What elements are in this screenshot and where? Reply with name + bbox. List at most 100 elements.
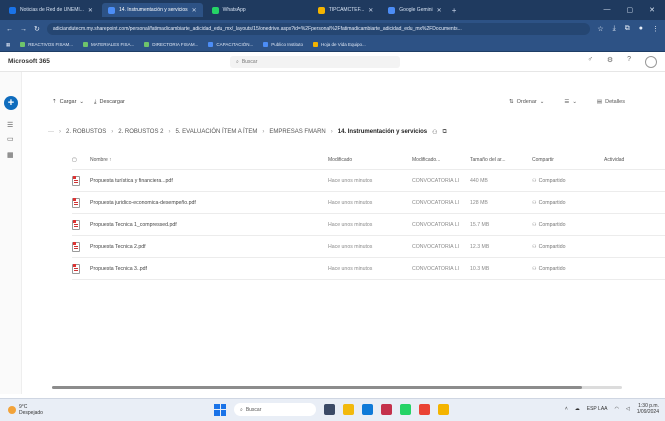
new-tab-icon[interactable]: + [452, 6, 457, 15]
close-tab-icon[interactable]: ✕ [88, 7, 93, 14]
folder-icon[interactable]: ▭ [7, 136, 15, 143]
close-window-icon[interactable]: ✕ [649, 6, 655, 14]
apps-icon[interactable]: ▦ [6, 42, 10, 48]
search-input[interactable]: ⌕ Buscar [230, 56, 400, 68]
col-name[interactable]: Nombre ↑ [90, 157, 328, 163]
chevron-up-icon[interactable]: ˄ [565, 406, 568, 412]
chrome-icon[interactable] [419, 404, 430, 415]
sharing-status[interactable]: ⚇ Compartido [532, 222, 604, 228]
close-tab-icon[interactable]: ✕ [437, 7, 442, 14]
table-row[interactable]: Propuesta turística y financiera...pdf H… [72, 170, 665, 192]
chevron-right-icon: › [59, 129, 61, 135]
table-row[interactable]: Propuesta juridico-economica-desempeño.p… [72, 192, 665, 214]
bookmark-item[interactable]: DIRECTORIA FISAM... [144, 42, 198, 47]
bookmark-label: Publico Instituto [271, 42, 304, 47]
sharing-status[interactable]: ⚇ Compartido [532, 244, 604, 250]
settings-icon[interactable]: ⚙ [607, 56, 613, 68]
upload-button[interactable]: ⇡ Cargar ⌄ [52, 99, 84, 105]
home-icon[interactable]: ☰ [7, 122, 15, 129]
app-title[interactable]: Microsoft 365 [8, 58, 50, 65]
bookmark-item[interactable]: MATERIALES FISA... [83, 42, 134, 47]
browser-tab[interactable]: Noticias de Red de UNEMI... ✕ [3, 3, 99, 17]
profile-icon[interactable]: ● [639, 25, 643, 33]
forward-icon[interactable]: → [20, 26, 27, 33]
bookmark-star-icon[interactable]: ☆ [597, 25, 603, 33]
language-indicator[interactable]: ESP LAA [587, 406, 608, 412]
back-icon[interactable]: ← [6, 26, 13, 33]
close-tab-icon[interactable]: ✕ [192, 7, 197, 14]
wifi-icon[interactable]: ◠ [615, 406, 619, 412]
col-modified[interactable]: Modificado [328, 157, 412, 163]
create-new-button[interactable]: + [4, 96, 18, 110]
menu-icon[interactable]: ⋮ [652, 25, 659, 33]
scrollbar-thumb[interactable] [52, 386, 582, 389]
bookmark-item[interactable]: CAPACITACIÓN... [208, 42, 253, 47]
breadcrumb-item[interactable]: EMPRESAS FMARN [269, 129, 325, 135]
volume-icon[interactable]: ◁ [626, 406, 630, 412]
col-activity[interactable]: Actividad [604, 157, 644, 163]
sharing-status[interactable]: ⚇ Compartido [532, 266, 604, 272]
table-row[interactable]: Propuesta Tecnica 2.pdf Hace unos minuto… [72, 236, 665, 258]
taskbar-search[interactable]: ⌕ Buscar [234, 403, 316, 416]
start-icon[interactable] [214, 403, 226, 416]
breadcrumb-item[interactable]: 2. ROBUSTOS [66, 129, 106, 135]
table-row[interactable]: Propuesta Tecnica 3..pdf Hace unos minut… [72, 258, 665, 280]
weather-widget[interactable]: 9°C Despejado [8, 404, 43, 416]
help-icon[interactable]: ? [627, 56, 631, 68]
file-name[interactable]: Propuesta Tecnica 2.pdf [90, 244, 328, 250]
people-icon: ⚇ [532, 221, 537, 228]
file-size: 440 MB [470, 177, 488, 184]
browser-tab-active[interactable]: 14. Instrumentación y servicios ✕ [101, 3, 203, 17]
table-row[interactable]: Propuesta Tecnica 1_compressed.pdf Hace … [72, 214, 665, 236]
bookmark-item[interactable]: Hoja de Vida Equipo... [313, 42, 366, 47]
sharing-status[interactable]: ⚇ Compartido [532, 178, 604, 184]
file-name[interactable]: Propuesta turística y financiera...pdf [90, 178, 328, 184]
sharing-status[interactable]: ⚇ Compartido [532, 200, 604, 206]
breadcrumb-more-icon[interactable]: ··· [48, 129, 54, 135]
file-modified: Hace unos minutos [328, 221, 373, 228]
download-button[interactable]: ⤓ Descargar [94, 99, 125, 106]
reload-icon[interactable]: ↻ [34, 25, 40, 33]
col-modified-by[interactable]: Modificado... [412, 157, 470, 163]
premium-icon[interactable]: ♂ [588, 56, 593, 68]
edge-icon[interactable] [362, 404, 373, 415]
file-name[interactable]: Propuesta juridico-economica-desempeño.p… [90, 200, 328, 206]
apps-icon[interactable]: ▦ [7, 152, 15, 159]
copy-link-icon[interactable]: ⧉ [443, 129, 447, 136]
download-icon[interactable]: ⤓ [613, 25, 616, 33]
file-name[interactable]: Propuesta Tecnica 3..pdf [90, 266, 328, 272]
extensions-icon[interactable]: ⧉ [625, 25, 630, 33]
avatar[interactable] [645, 55, 657, 68]
breadcrumb-item[interactable]: 2. ROBUSTOS 2 [118, 129, 163, 135]
browser-tab[interactable]: Google Gemini ✕ [382, 3, 447, 17]
file-explorer-icon[interactable] [343, 404, 354, 415]
file-name[interactable]: Propuesta Tecnica 1_compressed.pdf [90, 222, 328, 228]
view-toggle-button[interactable]: ☰ ⌄ [564, 99, 577, 105]
bookmark-label: CAPACITACIÓN... [216, 42, 254, 47]
url-input[interactable]: adiciandutecm.my.sharepoint.com/personal… [46, 23, 591, 35]
maximize-icon[interactable]: ▢ [627, 6, 634, 14]
bookmark-item[interactable]: REACTIVOS FISAM... [20, 42, 73, 47]
app-icon[interactable] [438, 404, 449, 415]
whatsapp-icon [211, 6, 219, 14]
people-icon[interactable]: ⚇ [432, 129, 437, 136]
details-button[interactable]: ▤ Detalles [597, 99, 625, 105]
minimize-icon[interactable]: — [604, 6, 611, 14]
bookmarks-bar: ▦ REACTIVOS FISAM... MATERIALES FISA... … [0, 38, 665, 52]
close-tab-icon[interactable]: ✕ [368, 7, 373, 14]
file-modified: Hace unos minutos [328, 265, 373, 272]
col-size[interactable]: Tamaño del ar... [470, 157, 532, 163]
horizontal-scrollbar[interactable] [52, 386, 622, 389]
browser-tab[interactable]: TIPCAMCTEF... ✕ [312, 3, 380, 17]
col-sharing[interactable]: Compartir [532, 157, 604, 163]
store-icon[interactable] [381, 404, 392, 415]
breadcrumb-item[interactable]: 5. EVALUACIÓN ÍTEM A ÍTEM [175, 129, 257, 135]
browser-tab[interactable]: WhatsApp [206, 3, 252, 17]
whatsapp-icon[interactable] [400, 404, 411, 415]
bookmark-item[interactable]: Publico Instituto [263, 42, 303, 47]
clock[interactable]: 1:30 p.m. 1/09/2024 [637, 403, 659, 415]
task-view-icon[interactable] [324, 404, 335, 415]
sort-button[interactable]: ⇅ Ordenar ⌄ [509, 99, 544, 105]
file-type-header-icon[interactable]: ▢ [72, 157, 90, 163]
cloud-icon[interactable]: ☁ [575, 406, 580, 412]
